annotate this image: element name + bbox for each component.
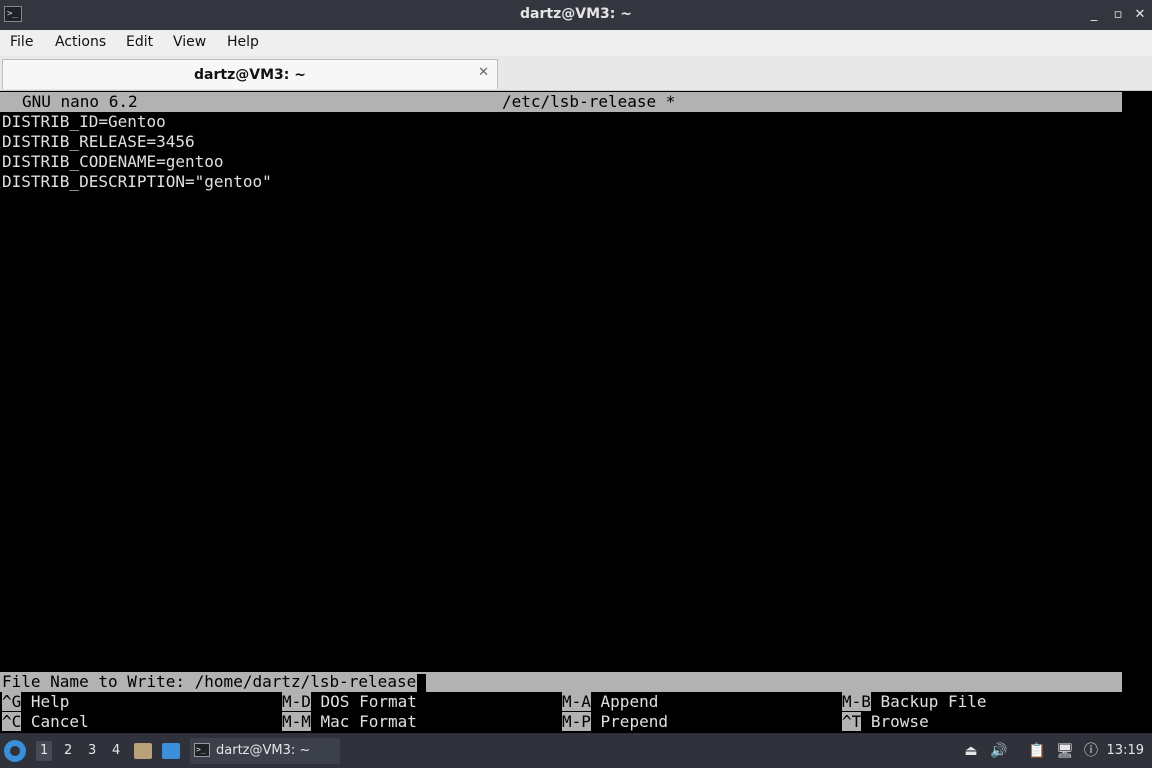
taskbar: 1 2 3 4 >_ dartz@VM3: ~ ⏏ 🔊 📋 🖥 ⓘ 13:19	[0, 734, 1152, 768]
shortcut-key: ^G	[2, 692, 22, 711]
file-line: DISTRIB_DESCRIPTION="gentoo"	[2, 172, 272, 191]
tab-bar: dartz@VM3: ~ ✕	[0, 56, 1152, 91]
start-menu-icon[interactable]	[4, 740, 26, 762]
nano-version: GNU nano 6.2	[22, 92, 138, 111]
shortcut-dos-format[interactable]: M-D DOS Format	[282, 692, 417, 712]
window-title: dartz@VM3: ~	[520, 6, 632, 22]
shortcut-key: ^T	[842, 712, 862, 731]
file-line: DISTRIB_CODENAME=gentoo	[2, 152, 224, 171]
notification-icon[interactable]: ⓘ	[1082, 742, 1100, 760]
shortcut-backup-file[interactable]: M-B Backup File	[842, 692, 987, 712]
show-desktop-icon[interactable]	[162, 743, 180, 759]
shortcut-label: Browse	[861, 712, 929, 731]
shortcut-key: ^C	[2, 712, 22, 731]
filename-prompt-bar[interactable]: File Name to Write: /home/dartz/lsb-rele…	[0, 672, 1122, 692]
shortcut-key: M-P	[562, 712, 591, 731]
shortcut-key: M-A	[562, 692, 591, 711]
shortcut-key: M-B	[842, 692, 871, 711]
close-icon[interactable]: ✕	[1130, 5, 1150, 25]
menu-file[interactable]: File	[10, 34, 33, 50]
network-icon[interactable]: 🖥	[1056, 742, 1074, 760]
window-titlebar: >_ dartz@VM3: ~ _ ▫ ✕	[0, 0, 1152, 30]
volume-icon[interactable]: 🔊	[990, 742, 1008, 760]
nano-header-bar: GNU nano 6.2 /etc/lsb-release *	[0, 92, 1122, 112]
workspace-2[interactable]: 2	[64, 743, 72, 758]
workspace-4[interactable]: 4	[112, 743, 120, 758]
eject-icon[interactable]: ⏏	[962, 742, 980, 760]
file-manager-icon[interactable]	[134, 743, 152, 759]
shortcut-label: Help	[21, 692, 70, 711]
maximize-icon[interactable]: ▫	[1108, 5, 1128, 25]
shortcut-label: Prepend	[590, 712, 668, 731]
shortcut-key: M-D	[282, 692, 311, 711]
shortcut-key: M-M	[282, 712, 311, 731]
file-line: DISTRIB_RELEASE=3456	[2, 132, 195, 151]
tab-close-icon[interactable]: ✕	[478, 65, 489, 80]
taskbar-window-terminal[interactable]: >_ dartz@VM3: ~	[190, 738, 340, 764]
menu-actions[interactable]: Actions	[55, 34, 106, 50]
terminal-icon: >_	[194, 743, 210, 757]
menu-edit[interactable]: Edit	[126, 34, 153, 50]
shortcut-cancel[interactable]: ^C Cancel	[2, 712, 89, 732]
menu-view[interactable]: View	[173, 34, 206, 50]
menu-help[interactable]: Help	[227, 34, 259, 50]
shortcut-help[interactable]: ^G Help	[2, 692, 69, 712]
text-cursor	[417, 673, 427, 692]
filename-prompt-text[interactable]: File Name to Write: /home/dartz/lsb-rele…	[2, 672, 416, 691]
workspace-1[interactable]: 1	[36, 741, 53, 761]
taskbar-window-label: dartz@VM3: ~	[216, 743, 311, 758]
tab-terminal[interactable]: dartz@VM3: ~ ✕	[2, 59, 498, 89]
clock[interactable]: 13:19	[1107, 743, 1144, 758]
shortcut-label: Backup File	[870, 692, 987, 711]
shortcut-label: Mac Format	[310, 712, 417, 731]
tab-title: dartz@VM3: ~	[194, 67, 306, 83]
shortcut-prepend[interactable]: M-P Prepend	[562, 712, 668, 732]
file-line: DISTRIB_ID=Gentoo	[2, 112, 166, 131]
shortcut-label: Cancel	[21, 712, 89, 731]
shortcut-label: Append	[590, 692, 659, 711]
shortcut-browse[interactable]: ^T Browse	[842, 712, 929, 732]
shortcut-append[interactable]: M-A Append	[562, 692, 658, 712]
workspace-3[interactable]: 3	[88, 743, 96, 758]
minimize-icon[interactable]: _	[1084, 5, 1104, 25]
terminal-area[interactable]: GNU nano 6.2 /etc/lsb-release * DISTRIB_…	[0, 91, 1152, 733]
shortcut-label: DOS Format	[310, 692, 417, 711]
nano-filename: /etc/lsb-release *	[502, 92, 676, 111]
shortcut-mac-format[interactable]: M-M Mac Format	[282, 712, 417, 732]
menu-bar: File Actions Edit View Help	[0, 30, 1152, 56]
clipboard-icon[interactable]: 📋	[1028, 742, 1046, 760]
